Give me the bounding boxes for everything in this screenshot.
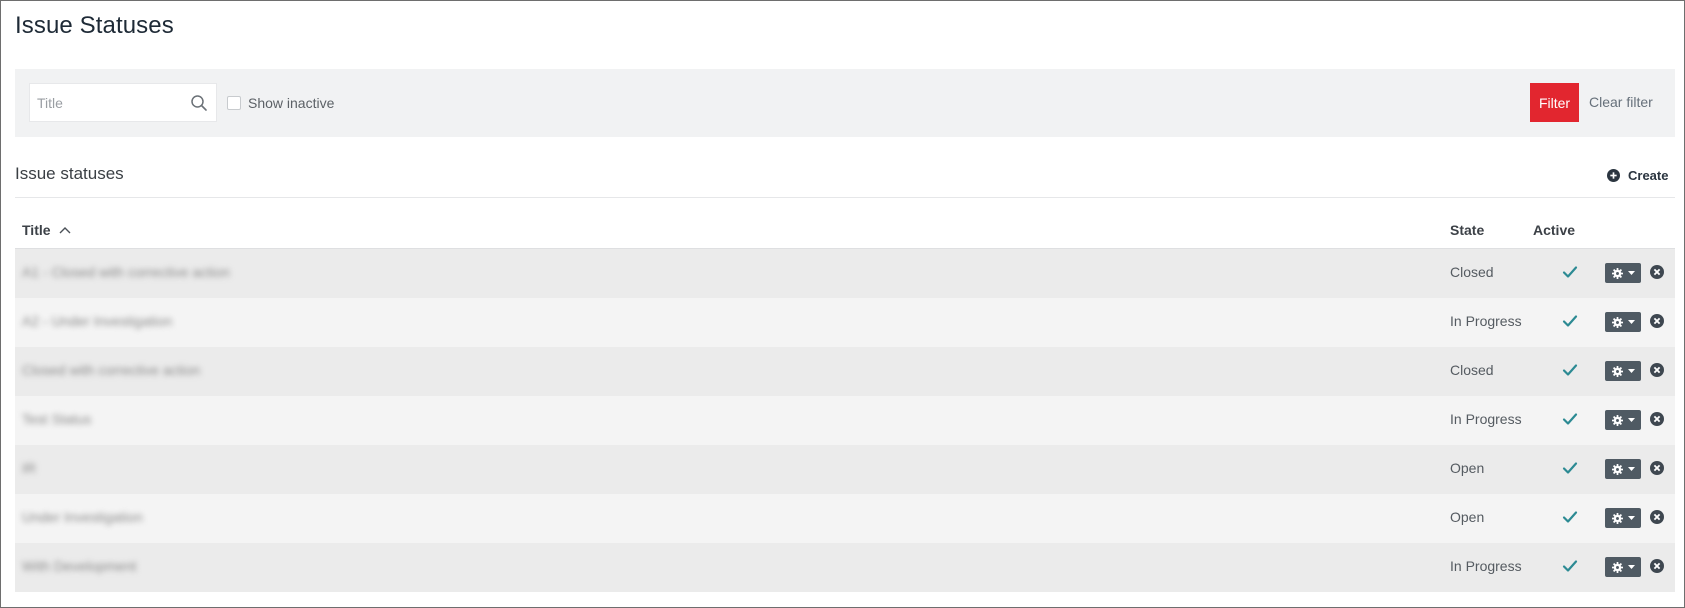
chevron-down-icon	[1627, 565, 1635, 569]
remove-icon[interactable]	[1650, 314, 1664, 328]
table-row: IR Open	[15, 445, 1675, 494]
status-state: In Progress	[1450, 558, 1522, 574]
check-icon	[1562, 560, 1578, 572]
table-body: A1 - Closed with corrective action Close…	[15, 249, 1675, 592]
row-actions-button[interactable]	[1605, 361, 1641, 381]
gear-icon	[1611, 365, 1623, 377]
column-header-state[interactable]: State	[1450, 222, 1484, 238]
check-icon	[1562, 315, 1578, 327]
remove-icon[interactable]	[1650, 265, 1664, 279]
status-title[interactable]: A2 - Under Investigation	[22, 313, 172, 329]
status-state: In Progress	[1450, 411, 1522, 427]
row-actions-button[interactable]	[1605, 508, 1641, 528]
status-state: Open	[1450, 509, 1485, 525]
gear-icon	[1611, 561, 1623, 573]
show-inactive-label: Show inactive	[248, 95, 335, 111]
show-inactive-checkbox[interactable]	[227, 96, 241, 110]
table-header: Title State Active	[15, 217, 1675, 249]
gear-icon	[1611, 316, 1623, 328]
filter-bar: Show inactive Filter Clear filter	[15, 69, 1675, 137]
row-actions-button[interactable]	[1605, 410, 1641, 430]
page-title: Issue Statuses	[15, 12, 174, 39]
remove-icon[interactable]	[1650, 510, 1664, 524]
chevron-down-icon	[1627, 320, 1635, 324]
chevron-down-icon	[1627, 369, 1635, 373]
status-state: In Progress	[1450, 313, 1522, 329]
remove-icon[interactable]	[1650, 363, 1664, 377]
row-actions-button[interactable]	[1605, 459, 1641, 479]
plus-circle-icon	[1607, 169, 1620, 182]
status-title[interactable]: A1 - Closed with corrective action	[22, 264, 230, 280]
row-actions-button[interactable]	[1605, 312, 1641, 332]
remove-icon[interactable]	[1650, 412, 1664, 426]
column-header-title[interactable]: Title	[22, 222, 71, 238]
status-title[interactable]: Test Status	[22, 411, 91, 427]
status-state: Closed	[1450, 264, 1494, 280]
check-icon	[1562, 266, 1578, 278]
check-icon	[1562, 413, 1578, 425]
table-row: Test Status In Progress	[15, 396, 1675, 445]
remove-icon[interactable]	[1650, 461, 1664, 475]
status-state: Closed	[1450, 362, 1494, 378]
chevron-down-icon	[1627, 467, 1635, 471]
search-icon[interactable]	[190, 94, 208, 112]
title-search-input[interactable]	[30, 84, 190, 121]
create-label: Create	[1628, 168, 1669, 183]
status-title[interactable]: IR	[22, 460, 36, 476]
section-title: Issue statuses	[15, 164, 124, 183]
search-box	[29, 83, 217, 122]
chevron-down-icon	[1627, 418, 1635, 422]
row-actions-button[interactable]	[1605, 263, 1641, 283]
gear-icon	[1611, 267, 1623, 279]
sort-ascending-icon	[59, 227, 71, 234]
status-state: Open	[1450, 460, 1485, 476]
table-row: A2 - Under Investigation In Progress	[15, 298, 1675, 347]
table-row: With Development In Progress	[15, 543, 1675, 592]
create-button[interactable]: Create	[1607, 168, 1668, 183]
show-inactive-toggle[interactable]: Show inactive	[227, 95, 334, 111]
chevron-down-icon	[1627, 516, 1635, 520]
table-row: Under Investigation Open	[15, 494, 1675, 543]
check-icon	[1562, 462, 1578, 474]
table-row: A1 - Closed with corrective action Close…	[15, 249, 1675, 298]
gear-icon	[1611, 463, 1623, 475]
column-title-label: Title	[22, 222, 51, 238]
check-icon	[1562, 364, 1578, 376]
status-title[interactable]: Under Investigation	[22, 509, 143, 525]
clear-filter-link[interactable]: Clear filter	[1589, 94, 1653, 110]
window-frame: Issue Statuses Show inactive Filter Clea…	[0, 0, 1685, 608]
row-actions-button[interactable]	[1605, 557, 1641, 577]
gear-icon	[1611, 414, 1623, 426]
check-icon	[1562, 511, 1578, 523]
status-title[interactable]: Closed with corrective action	[22, 362, 200, 378]
table-row: Closed with corrective action Closed	[15, 347, 1675, 396]
chevron-down-icon	[1627, 271, 1635, 275]
remove-icon[interactable]	[1650, 559, 1664, 573]
section-divider	[15, 197, 1675, 198]
status-title[interactable]: With Development	[22, 558, 136, 574]
column-header-active[interactable]: Active	[1533, 222, 1575, 238]
gear-icon	[1611, 512, 1623, 524]
filter-button[interactable]: Filter	[1530, 83, 1579, 122]
